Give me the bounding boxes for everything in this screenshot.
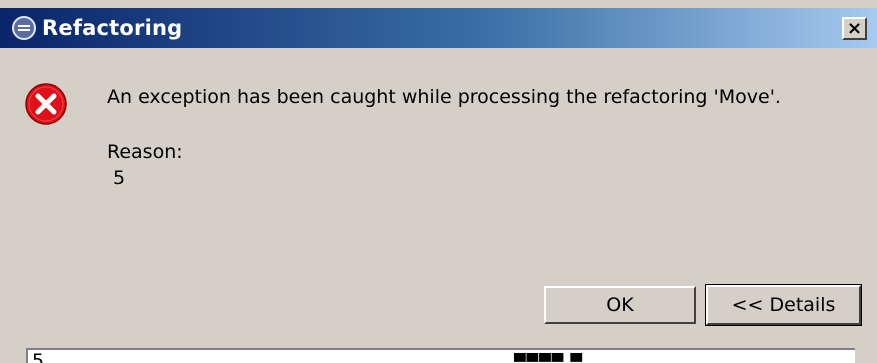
window-title: Refactoring <box>42 16 183 40</box>
error-message: An exception has been caught while proce… <box>107 86 781 108</box>
details-extra-text: ▀▀▀▀ ▀ <box>514 353 583 363</box>
eclipse-icon <box>12 16 36 40</box>
refactoring-dialog: Refactoring × An exception has been caug… <box>0 0 877 363</box>
close-icon: × <box>846 17 863 39</box>
error-icon <box>24 82 68 126</box>
details-text: 5 <box>32 350 45 363</box>
reason-label: Reason: <box>107 141 183 163</box>
details-text-area[interactable]: 5 ▀▀▀▀ ▀ <box>26 348 855 363</box>
ok-button[interactable]: OK <box>544 286 696 324</box>
title-bar[interactable]: Refactoring × <box>0 8 877 48</box>
details-button[interactable]: << Details <box>705 284 862 326</box>
reason-value: 5 <box>113 167 126 189</box>
close-button[interactable]: × <box>842 17 867 40</box>
